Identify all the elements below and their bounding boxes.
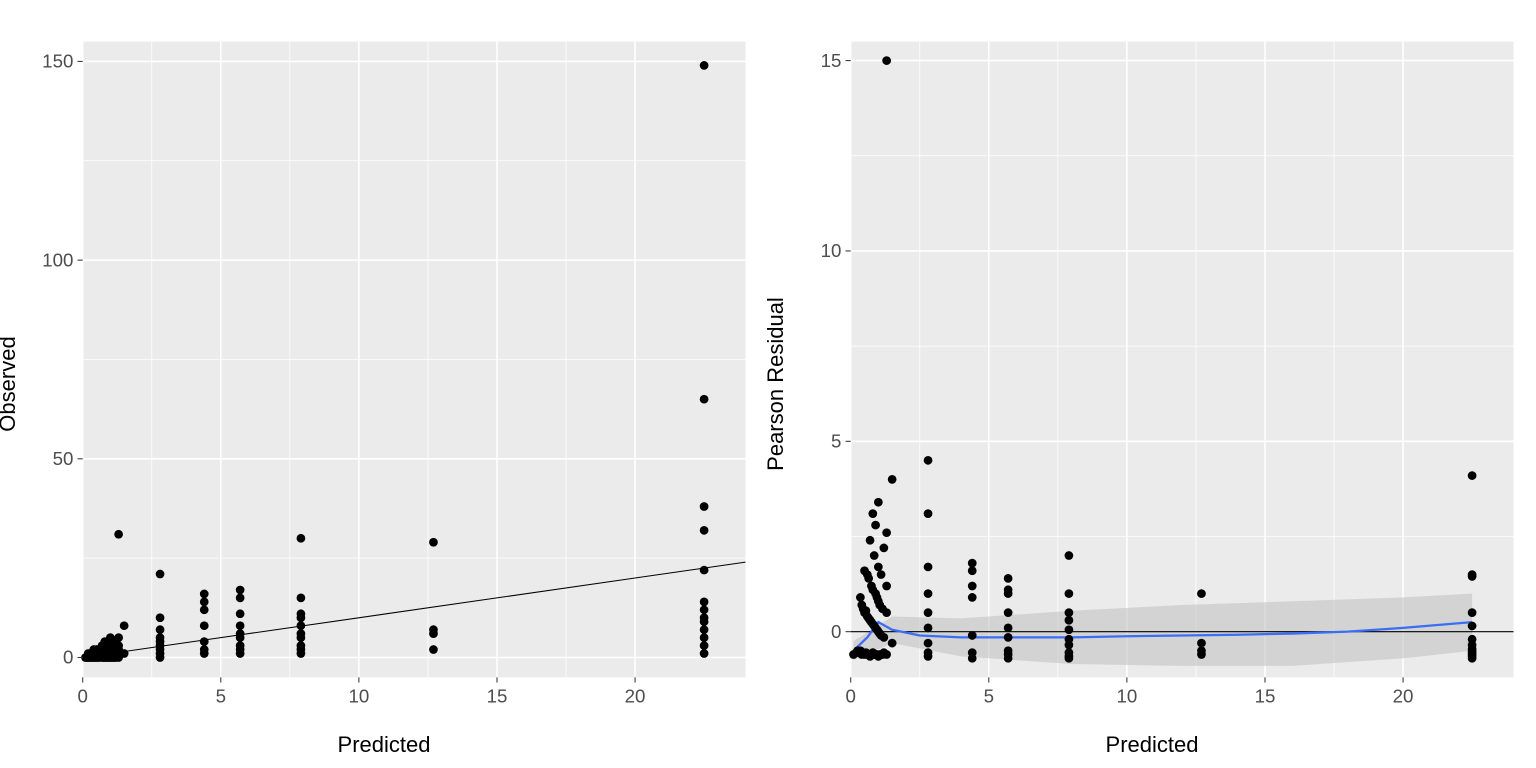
- scatter-observed: 0 5 10 15 20 0 50 100 150: [10, 20, 758, 728]
- panel-residual-vs-predicted: Pearson Residual 05101520051015 Predicte…: [768, 0, 1536, 768]
- y-axis-title-left: Observed: [0, 336, 21, 431]
- svg-text:5: 5: [831, 431, 841, 452]
- svg-text:10: 10: [821, 240, 842, 261]
- svg-text:10: 10: [348, 685, 369, 706]
- svg-text:15: 15: [487, 685, 508, 706]
- svg-text:20: 20: [625, 685, 646, 706]
- svg-text:0: 0: [63, 647, 73, 668]
- svg-text:10: 10: [1116, 685, 1137, 706]
- svg-text:20: 20: [1393, 685, 1414, 706]
- svg-text:5: 5: [216, 685, 226, 706]
- svg-text:0: 0: [846, 685, 856, 706]
- panel-observed-vs-predicted: Observed 0 5 10 15 20 0 50 100 150 Predicted: [0, 0, 768, 768]
- svg-text:15: 15: [1255, 685, 1276, 706]
- svg-text:15: 15: [821, 50, 842, 71]
- svg-text:100: 100: [42, 249, 73, 270]
- svg-text:0: 0: [831, 621, 841, 642]
- x-axis-title-right: Predicted: [778, 732, 1526, 758]
- svg-text:50: 50: [53, 448, 74, 469]
- y-axis-title-right: Pearson Residual: [763, 297, 789, 471]
- svg-text:5: 5: [984, 685, 994, 706]
- svg-text:0: 0: [78, 685, 88, 706]
- chart-pair: Observed 05101520050100150 Predicted Pea…: [0, 0, 1536, 768]
- x-axis-title-left: Predicted: [10, 732, 758, 758]
- svg-text:150: 150: [42, 51, 73, 72]
- scatter-residual: 0 5 10 15 20 0 5 10 15: [778, 20, 1526, 728]
